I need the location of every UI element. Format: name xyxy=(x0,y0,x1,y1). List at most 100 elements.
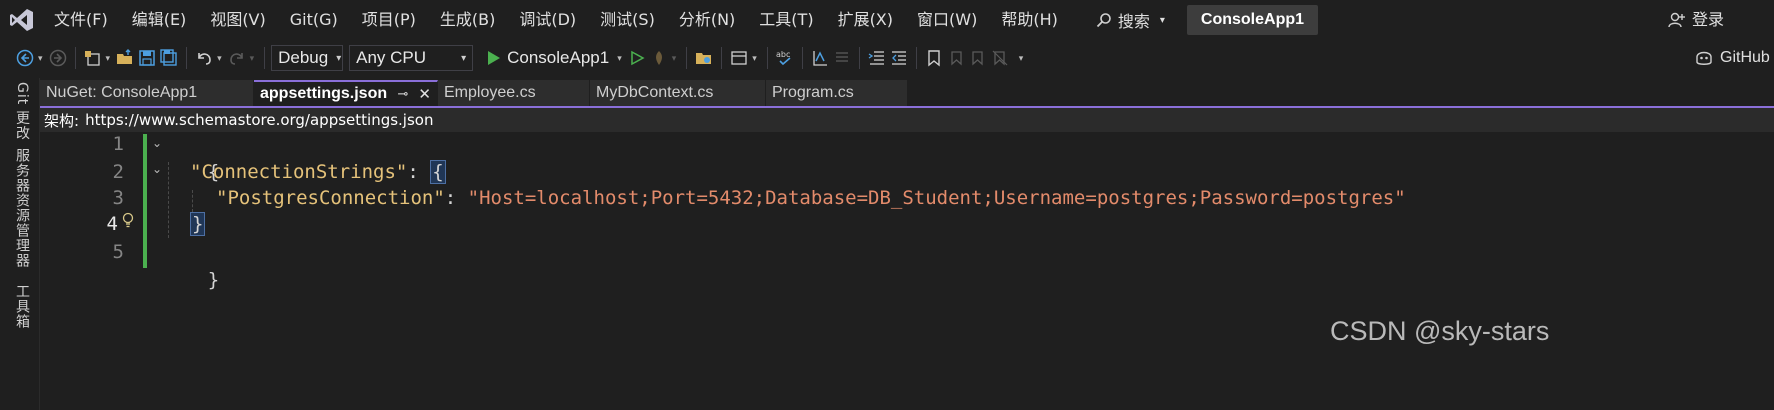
github-copilot-button[interactable]: GitHub xyxy=(1694,40,1770,76)
toolbox-tab[interactable]: 工具箱 xyxy=(12,284,32,329)
json-schema-bar: 架构: https://www.schemastore.org/appsetti… xyxy=(40,108,1774,132)
bookmark-icon[interactable] xyxy=(923,47,945,69)
pin-tab-icon[interactable]: ⊸ xyxy=(398,86,409,102)
chevron-down-icon: ▾ xyxy=(336,52,342,64)
menu-extensions[interactable]: 扩展(X) xyxy=(826,0,905,40)
change-tracking-bar xyxy=(143,134,147,268)
search-button[interactable]: 搜索 ▾ xyxy=(1096,8,1165,32)
start-without-debugging-icon[interactable] xyxy=(626,47,648,69)
open-folder-icon[interactable] xyxy=(114,47,136,69)
login-button[interactable]: 登录 xyxy=(1668,0,1724,40)
toolbar-separator xyxy=(766,47,768,69)
toolbar-separator xyxy=(915,47,917,69)
menu-file[interactable]: 文件(F) xyxy=(44,0,120,40)
code-editor[interactable]: 1 2 3 4 5 ⌄ ⌄ { "ConnectionStrings": { "… xyxy=(40,132,1774,410)
copilot-icon xyxy=(1696,51,1712,65)
solution-name-badge: ConsoleApp1 xyxy=(1186,5,1319,35)
schema-label: 架构: xyxy=(44,111,80,130)
configuration-select[interactable]: Debug ▾ xyxy=(271,45,344,71)
json-string-value: "Host=localhost;Port=5432;Database=DB_St… xyxy=(467,187,1406,209)
menu-edit[interactable]: 编辑(E) xyxy=(120,0,199,40)
schema-url[interactable]: https://www.schemastore.org/appsettings.… xyxy=(85,111,433,129)
fold-chevron-icon[interactable]: ⌄ xyxy=(152,162,162,176)
next-bookmark-icon[interactable] xyxy=(967,47,989,69)
menu-git[interactable]: Git(G) xyxy=(278,0,350,40)
menu-analyze[interactable]: 分析(N) xyxy=(667,0,747,40)
watermark-text: CSDN @sky-stars xyxy=(1330,316,1550,346)
line-number: 3 xyxy=(112,187,124,209)
json-colon: : xyxy=(444,187,468,209)
tab-label: Employee.cs xyxy=(444,84,536,101)
toolbar-separator xyxy=(186,47,188,69)
toolbar-separator xyxy=(721,47,723,69)
solution-explorer-icon[interactable] xyxy=(693,47,715,69)
fold-chevron-icon[interactable]: ⌄ xyxy=(152,136,162,150)
tab-mydbcontext-cs[interactable]: MyDbContext.cs xyxy=(590,80,766,106)
tab-label: Program.cs xyxy=(772,84,854,101)
menu-tools[interactable]: 工具(T) xyxy=(747,0,825,40)
main-menu: 文件(F) 编辑(E) 视图(V) Git(G) 项目(P) 生成(B) 调试(… xyxy=(44,0,1070,40)
menu-help[interactable]: 帮助(H) xyxy=(989,0,1070,40)
redo-icon[interactable] xyxy=(226,47,248,69)
code-line-3: "PostgresConnection": "Host=localhost;Po… xyxy=(216,184,1406,212)
menu-build[interactable]: 生成(B) xyxy=(428,0,507,40)
chevron-down-icon[interactable]: ▾ xyxy=(250,53,255,64)
menu-view[interactable]: 视图(V) xyxy=(198,0,277,40)
clear-bookmarks-icon[interactable] xyxy=(989,47,1011,69)
toolbar-separator xyxy=(686,47,688,69)
save-icon[interactable] xyxy=(136,47,158,69)
increase-indent-icon[interactable] xyxy=(888,47,910,69)
menu-bar: 文件(F) 编辑(E) 视图(V) Git(G) 项目(P) 生成(B) 调试(… xyxy=(0,0,1774,40)
chevron-down-icon: ▾ xyxy=(1159,14,1165,26)
git-changes-tab[interactable]: Git 更改 xyxy=(12,82,32,141)
decrease-indent-icon[interactable] xyxy=(866,47,888,69)
json-brace: } xyxy=(207,269,220,291)
chevron-down-icon[interactable]: ▾ xyxy=(672,53,677,64)
chevron-down-icon[interactable]: ▾ xyxy=(38,53,43,64)
navigate-forward-icon[interactable] xyxy=(47,47,69,69)
search-icon xyxy=(1096,13,1111,28)
login-label: 登录 xyxy=(1692,10,1725,29)
tab-nuget-consoleapp1[interactable]: NuGet: ConsoleApp1 xyxy=(40,80,254,106)
line-number: 2 xyxy=(112,161,124,183)
github-label: GitHub xyxy=(1720,49,1770,66)
chevron-down-icon[interactable]: ▾ xyxy=(106,53,111,64)
window-layout-icon[interactable] xyxy=(728,47,750,69)
line-number: 1 xyxy=(112,133,124,155)
svg-text:abc: abc xyxy=(776,50,790,59)
document-tab-strip: NuGet: ConsoleApp1 appsettings.json ⊸ ✕ … xyxy=(40,80,1774,108)
hot-reload-icon[interactable] xyxy=(648,47,670,69)
menu-window[interactable]: 窗口(W) xyxy=(905,0,989,40)
code-line-1: { xyxy=(162,132,219,183)
tab-program-cs[interactable]: Program.cs xyxy=(766,80,908,106)
menu-project[interactable]: 项目(P) xyxy=(350,0,428,40)
platform-select[interactable]: Any CPU ▾ xyxy=(349,45,474,71)
undo-icon[interactable] xyxy=(193,47,215,69)
search-label: 搜索 xyxy=(1117,12,1150,31)
toolbar-overflow-icon[interactable]: ▾ xyxy=(1019,53,1024,64)
previous-bookmark-icon[interactable] xyxy=(945,47,967,69)
visual-studio-logo-icon xyxy=(0,0,44,40)
save-all-icon[interactable] xyxy=(158,47,180,69)
navigate-back-icon[interactable] xyxy=(14,47,36,69)
start-debugging-button[interactable]: ConsoleApp1 ▾ xyxy=(487,48,626,68)
menu-debug[interactable]: 调试(D) xyxy=(507,0,588,40)
line-number-gutter: 1 2 3 4 5 xyxy=(40,132,124,410)
close-tab-icon[interactable]: ✕ xyxy=(418,85,431,103)
chevron-down-icon[interactable]: ▾ xyxy=(217,53,222,64)
server-explorer-tab[interactable]: 服务器资源管理器 xyxy=(12,148,32,268)
chevron-down-icon[interactable]: ▾ xyxy=(752,53,757,64)
toolbar-separator xyxy=(801,47,803,69)
comment-lines-icon[interactable] xyxy=(831,47,853,69)
tab-appsettings-json[interactable]: appsettings.json ⊸ ✕ xyxy=(254,80,438,106)
new-project-icon[interactable] xyxy=(82,47,104,69)
format-icon[interactable] xyxy=(809,47,831,69)
lightbulb-icon[interactable] xyxy=(122,212,134,233)
tab-employee-cs[interactable]: Employee.cs xyxy=(438,80,590,106)
play-icon xyxy=(488,51,501,65)
spell-check-icon[interactable]: abc xyxy=(774,47,796,69)
platform-value: Any CPU xyxy=(356,48,427,67)
toolbar-separator xyxy=(264,47,266,69)
line-number-current: 4 xyxy=(106,213,118,235)
menu-test[interactable]: 测试(S) xyxy=(588,0,667,40)
